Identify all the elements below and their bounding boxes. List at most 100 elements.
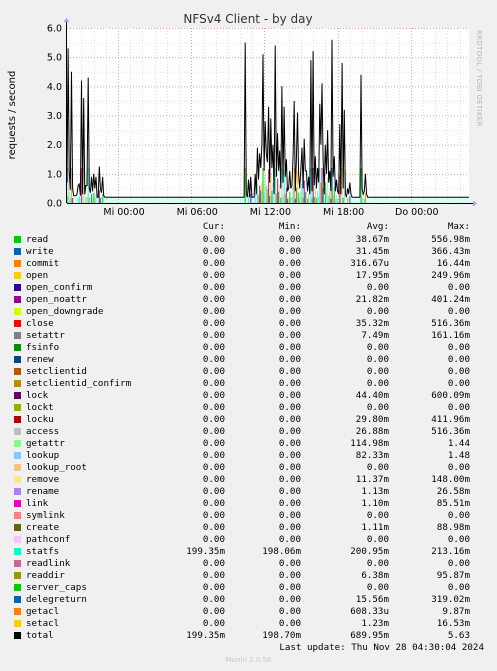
series-area-segment (88, 197, 90, 203)
series-area-segment (328, 195, 330, 203)
legend-name: lockt (26, 402, 54, 413)
legend-min-value: 0.00 (278, 258, 301, 269)
series-area-segment (295, 187, 298, 203)
legend-max-value: 249.96m (431, 270, 470, 281)
legend-avg-value: 0.00 (366, 306, 389, 317)
legend-cur-value: 0.00 (202, 510, 225, 521)
legend-header-avg: Avg: (366, 221, 389, 232)
legend-row-setattr: setattr 0.00 0.00 7.49m 161.16m (0, 330, 497, 342)
series-area-segment (276, 178, 279, 203)
legend-row-link: link 0.00 0.00 1.10m 85.51m (0, 498, 497, 510)
series-area-segment (247, 194, 250, 203)
legend-name: commit (26, 258, 60, 269)
legend-min-value: 0.00 (278, 498, 301, 509)
legend-name: total (26, 630, 54, 641)
legend-cur-value: 0.00 (202, 582, 225, 593)
legend-row-lookup-root: lookup_root 0.00 0.00 0.00 0.00 (0, 462, 497, 474)
legend-swatch (14, 308, 21, 315)
legend-name: open_confirm (26, 282, 93, 293)
legend-avg-value: 31.45m (355, 246, 389, 257)
legend-cur-value: 0.00 (202, 606, 225, 617)
series-area-segment (94, 197, 96, 203)
legend-cur-value: 0.00 (202, 534, 225, 545)
legend-name: link (26, 498, 49, 509)
series-area-segment (99, 197, 102, 203)
legend-swatch (14, 272, 21, 279)
legend-max-value: 516.36m (431, 426, 470, 437)
legend-cur-value: 0.00 (202, 558, 225, 569)
legend-avg-value: 26.88m (355, 426, 389, 437)
legend-min-value: 0.00 (278, 246, 301, 257)
series-area-segment (288, 197, 290, 203)
legend-swatch (14, 284, 21, 291)
legend-row-server-caps: server_caps 0.00 0.00 0.00 0.00 (0, 582, 497, 594)
series-area-segment (301, 183, 303, 203)
legend-name: getacl (26, 606, 60, 617)
legend-swatch (14, 500, 21, 507)
legend-swatch (14, 620, 21, 627)
legend-avg-value: 29.80m (355, 414, 389, 425)
legend-name: setattr (26, 330, 65, 341)
series-area-segment (324, 182, 327, 203)
series-area-segment (274, 168, 276, 203)
legend-name: lookup (26, 450, 60, 461)
legend-row-commit: commit 0.00 0.00 316.67u 16.44m (0, 258, 497, 270)
series-area-segment (308, 193, 310, 203)
series-area-segment (304, 191, 307, 203)
series-area-segment (313, 196, 315, 203)
legend-min-value: 0.00 (278, 582, 301, 593)
legend-min-value: 0.00 (278, 462, 301, 473)
legend-min-value: 0.00 (278, 606, 301, 617)
legend-max-value: 161.16m (431, 330, 470, 341)
series-area-segment (285, 187, 288, 203)
legend-name: read (26, 234, 49, 245)
legend-swatch (14, 248, 21, 255)
legend-swatch (14, 404, 21, 411)
legend-min-value: 0.00 (278, 330, 301, 341)
legend-avg-value: 1.13m (361, 486, 389, 497)
series-area-segment (332, 193, 334, 203)
legend-cur-value: 199.35m (186, 630, 225, 641)
legend-max-value: 319.02m (431, 594, 470, 605)
series-area-segment (315, 197, 318, 203)
legend-min-value: 0.00 (278, 234, 301, 245)
legend-row-delegreturn: delegreturn 0.00 0.00 15.56m 319.02m (0, 594, 497, 606)
series-area-segment (286, 198, 289, 203)
legend-swatch (14, 560, 21, 567)
legend-name: setacl (26, 618, 60, 629)
legend-min-value: 0.00 (278, 510, 301, 521)
legend-cur-value: 0.00 (202, 426, 225, 437)
legend-row-setacl: setacl 0.00 0.00 1.23m 16.53m (0, 618, 497, 630)
legend-swatch (14, 548, 21, 555)
legend-row-setclientid-confirm: setclientid_confirm 0.00 0.00 0.00 0.00 (0, 378, 497, 390)
legend-name: open_downgrade (26, 306, 104, 317)
legend-avg-value: 82.33m (355, 450, 389, 461)
series-area-segment (271, 190, 273, 203)
legend-row-lock: lock 0.00 0.00 44.40m 600.09m (0, 390, 497, 402)
legend-min-value: 0.00 (278, 426, 301, 437)
legend-min-value: 0.00 (278, 438, 301, 449)
legend-min-value: 0.00 (278, 342, 301, 353)
series-area-segment (262, 168, 264, 203)
legend-cur-value: 0.00 (202, 258, 225, 269)
y-tick-label: 4.0 (47, 82, 62, 93)
series-area-segment (284, 193, 286, 203)
legend-min-value: 0.00 (278, 414, 301, 425)
series-area-segment (364, 192, 367, 203)
series-area-segment (86, 196, 88, 203)
legend-max-value: 0.00 (447, 306, 470, 317)
series-area-segment (265, 185, 268, 203)
legend-min-value: 0.00 (278, 534, 301, 545)
chart-title: NFSv4 Client - by day (183, 12, 312, 26)
legend-max-value: 516.36m (431, 318, 470, 329)
y-tick-label: 5.0 (47, 53, 62, 64)
legend-swatch (14, 584, 21, 591)
series-area-segment (325, 192, 328, 203)
series-area-segment (69, 198, 72, 203)
legend-avg-value: 0.00 (366, 366, 389, 377)
legend-max-value: 0.00 (447, 534, 470, 545)
legend-max-value: 0.00 (447, 282, 470, 293)
legend-swatch (14, 260, 21, 267)
legend-swatch (14, 476, 21, 483)
legend-min-value: 0.00 (278, 294, 301, 305)
